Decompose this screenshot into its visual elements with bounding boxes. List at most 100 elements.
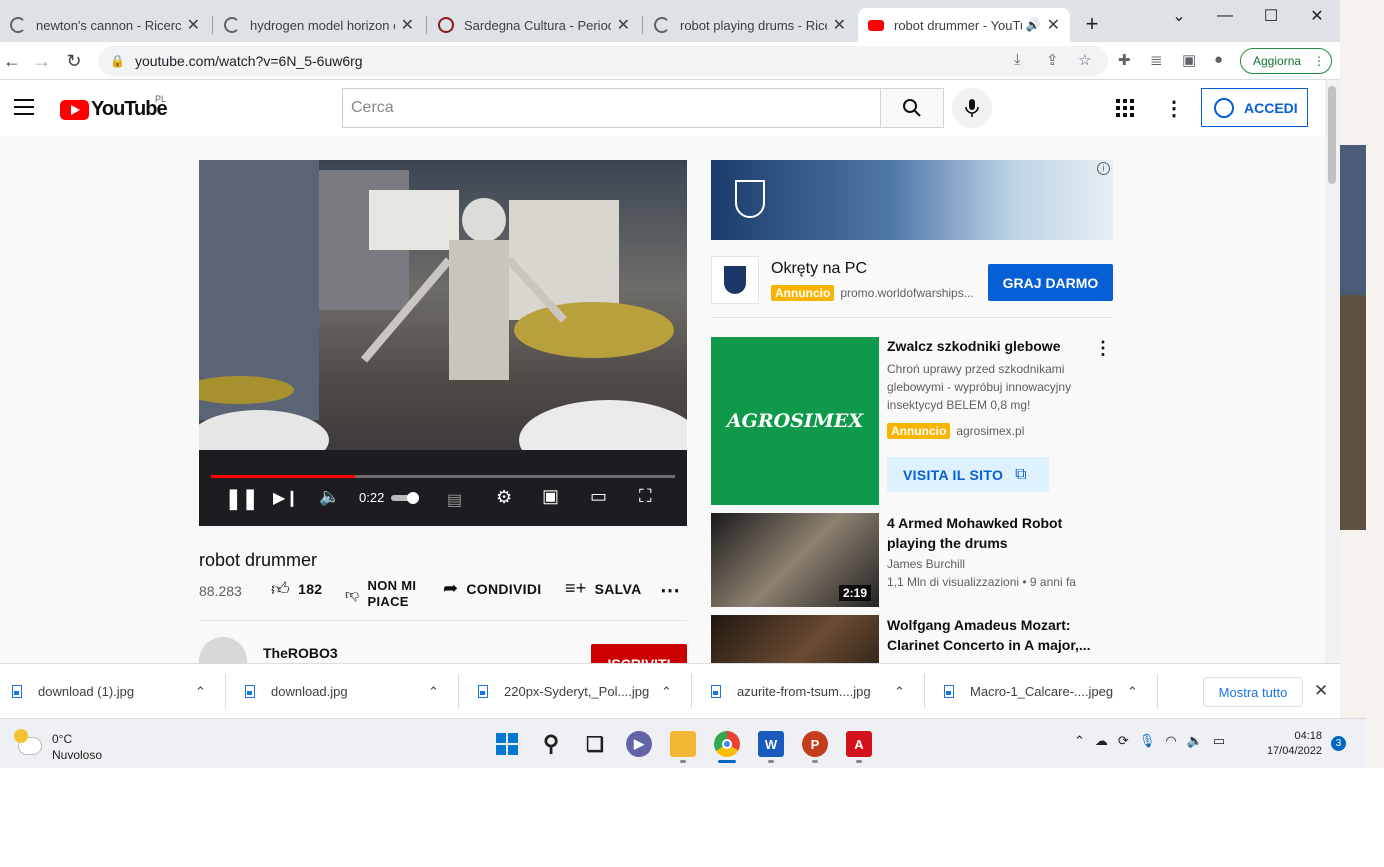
reload-button[interactable]: ↻	[62, 49, 86, 73]
settings-kebab-icon[interactable]: ⋮	[1164, 96, 1184, 121]
voice-search-button[interactable]	[952, 88, 992, 128]
notification-badge[interactable]: 3	[1331, 736, 1346, 751]
recommendation-item[interactable]: Wolfgang Amadeus Mozart: Clarinet Concer…	[711, 615, 1113, 663]
ad-cta-button[interactable]: GRAJ DARMO	[988, 264, 1113, 301]
tab-robot-drummer[interactable]: robot drummer - YouTube🔊✕	[858, 8, 1070, 42]
chrome-icon[interactable]	[714, 731, 740, 757]
close-icon[interactable]: ✕	[187, 15, 200, 35]
ad-kebab-icon[interactable]: ⋮	[1094, 338, 1112, 359]
acrobat-icon[interactable]: A	[846, 731, 872, 757]
download-item[interactable]: download (1).jpg	[12, 664, 134, 719]
tab-robot-playing-drums[interactable]: robot playing drums - Ricerca✕	[644, 8, 856, 42]
search-button[interactable]	[880, 88, 944, 128]
miniplayer-icon[interactable]: ▣	[542, 486, 559, 507]
back-button[interactable]: ←	[0, 49, 24, 73]
file-explorer-icon[interactable]	[670, 731, 696, 757]
subtitles-icon[interactable]: ▤	[447, 490, 462, 510]
video-player[interactable]: ❚❚ ▶❙ 🔈 0:22 ▤ ⚙ ▣ ▭ ⛶	[199, 160, 687, 526]
maximize-button[interactable]: ☐	[1248, 0, 1294, 32]
chevron-up-icon[interactable]: ⌃	[195, 684, 206, 700]
side-panel-icon[interactable]: ▣	[1182, 51, 1196, 69]
clock[interactable]: 04:18 17/04/2022	[1262, 729, 1322, 759]
start-button[interactable]	[494, 731, 520, 757]
profile-icon[interactable]: ●	[1214, 51, 1223, 68]
chevron-up-icon[interactable]: ⌃	[1074, 733, 1085, 749]
youtube-logo[interactable]: YouTube PL	[60, 94, 168, 121]
teams-chat-icon[interactable]: ▶	[626, 731, 652, 757]
microphone-icon[interactable]: 🎙	[1139, 733, 1156, 749]
tab-search-icon[interactable]: ⌄	[1156, 0, 1202, 32]
audio-playing-icon[interactable]: 🔊	[1026, 18, 1041, 32]
close-downloads-icon[interactable]: ✕	[1314, 681, 1328, 701]
channel-avatar[interactable]	[199, 637, 247, 663]
signin-button[interactable]: ACCEDI	[1201, 88, 1308, 127]
close-icon[interactable]: ✕	[1047, 15, 1060, 35]
task-view-icon[interactable]: ❏	[582, 731, 608, 757]
sync-icon[interactable]: ⟳	[1118, 733, 1129, 749]
download-item[interactable]: Macro-1_Calcare-....jpeg	[944, 664, 1113, 719]
extensions-icon[interactable]: ✚	[1118, 51, 1131, 69]
chevron-up-icon[interactable]: ⌃	[894, 684, 905, 700]
chevron-up-icon[interactable]: ⌃	[661, 684, 672, 700]
onedrive-cloud-icon[interactable]: ☁	[1095, 733, 1108, 749]
page-scrollbar[interactable]	[1325, 80, 1340, 663]
tab-sardegna-cultura[interactable]: Sardegna Cultura - Periodi st✕	[428, 8, 640, 42]
like-button[interactable]: 👍︎ 182	[271, 578, 322, 600]
weather-widget[interactable]: 0°C Nuvoloso	[14, 729, 102, 763]
channel-name[interactable]: TheROBO3	[263, 645, 338, 661]
download-item[interactable]: 220px-Syderyt,_Pol....jpg	[478, 664, 649, 719]
ad-title[interactable]: Okręty na PC	[771, 260, 867, 278]
tab-hydrogen-model[interactable]: hydrogen model horizon car✕	[214, 8, 424, 42]
install-icon[interactable]: ⤓	[1014, 51, 1021, 68]
battery-icon[interactable]: ▭	[1213, 733, 1225, 749]
next-icon[interactable]: ▶❙	[273, 488, 299, 508]
speaker-icon[interactable]: 🔈	[1187, 733, 1203, 749]
google-icon	[224, 17, 240, 33]
show-all-downloads-button[interactable]: Mostra tutto	[1203, 677, 1303, 707]
pause-icon[interactable]: ❚❚	[225, 486, 259, 511]
close-icon[interactable]: ✕	[617, 15, 630, 35]
close-icon[interactable]: ✕	[833, 15, 846, 35]
close-icon[interactable]: ✕	[401, 15, 414, 35]
search-input[interactable]: Cerca	[342, 88, 881, 128]
fullscreen-icon[interactable]: ⛶	[639, 486, 652, 507]
url-field[interactable]: 🔒 youtube.com/watch?v=6N_5-6uw6rg	[98, 46, 1108, 76]
dislike-button[interactable]: 👎︎ NON MI PIACE	[345, 578, 416, 610]
wifi-icon[interactable]: ◠	[1165, 733, 1176, 749]
chevron-up-icon[interactable]: ⌃	[1127, 684, 1138, 700]
subscribe-button[interactable]: ISCRIVITI	[591, 644, 687, 663]
tab-newtons-cannon[interactable]: newton's cannon - Ricerca Google✕	[0, 8, 210, 42]
media-control-icon[interactable]: ≣	[1150, 51, 1163, 69]
volume-icon[interactable]: 🔈	[319, 487, 340, 507]
search-icon[interactable]: ⚲	[538, 731, 564, 757]
sardegna-icon	[438, 17, 454, 33]
volume-knob[interactable]	[407, 492, 419, 504]
recommendation-item[interactable]: 2:19 4 Armed Mohawked Robot playing the …	[711, 513, 1113, 607]
share-button[interactable]: ➦ CONDIVIDI	[443, 578, 541, 599]
share-icon[interactable]: ⇪	[1046, 51, 1059, 69]
more-actions-icon[interactable]: ⋯	[660, 578, 680, 603]
close-window-button[interactable]: ✕	[1294, 0, 1340, 32]
agrosimex-ad-image[interactable]: AGROSIMEX	[711, 337, 879, 505]
ad-banner-image[interactable]	[711, 160, 1113, 240]
ad2-title[interactable]: Zwalcz szkodniki glebowe	[887, 338, 1060, 354]
theater-mode-icon[interactable]: ▭	[590, 486, 607, 507]
update-button[interactable]: Aggiorna ⋮	[1240, 48, 1332, 74]
apps-grid-icon[interactable]	[1116, 99, 1134, 117]
ad-info-icon[interactable]: i	[1097, 162, 1110, 175]
scrollbar-thumb[interactable]	[1328, 86, 1336, 184]
new-tab-button[interactable]: +	[1070, 8, 1114, 40]
save-button[interactable]: ≡+ SALVA	[565, 578, 642, 599]
settings-gear-icon[interactable]: ⚙	[496, 487, 512, 508]
minimize-button[interactable]: —	[1202, 0, 1248, 32]
bookmark-star-icon[interactable]: ☆	[1078, 51, 1091, 69]
download-item[interactable]: download.jpg	[245, 664, 348, 719]
word-icon[interactable]: W	[758, 731, 784, 757]
video-progress-bar[interactable]	[211, 475, 675, 478]
chevron-up-icon[interactable]: ⌃	[428, 684, 439, 700]
forward-button[interactable]: →	[30, 49, 54, 73]
hamburger-menu-icon[interactable]	[14, 99, 34, 115]
powerpoint-icon[interactable]: P	[802, 731, 828, 757]
visit-site-button[interactable]: VISITA IL SITO ⧉	[887, 457, 1049, 492]
download-item[interactable]: azurite-from-tsum....jpg	[711, 664, 871, 719]
